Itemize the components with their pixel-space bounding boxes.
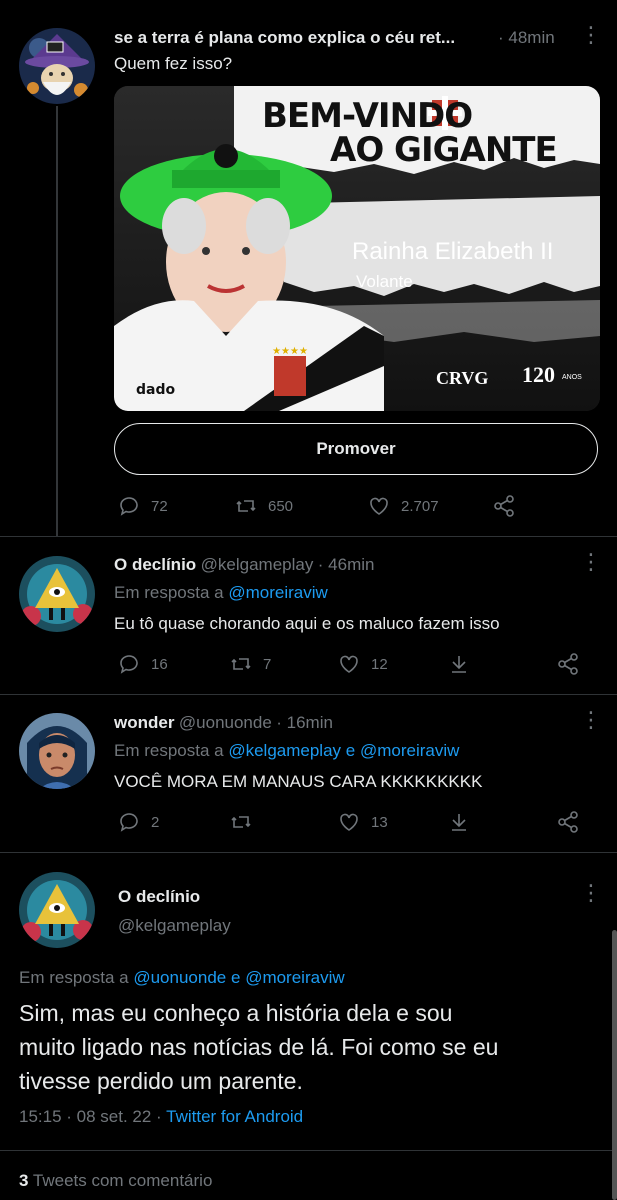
user-name[interactable]: se a terra é plana como explica o céu re… xyxy=(114,28,455,47)
tweet-time[interactable]: · 16min xyxy=(276,713,333,732)
svg-text:★★★★: ★★★★ xyxy=(272,346,308,357)
tweet-meta: 15:15 · 08 set. 22 · Twitter for Android xyxy=(19,1107,303,1127)
tweet-header: se a terra é plana como explica o céu re… xyxy=(114,28,554,48)
more-options-icon[interactable]: ⋮ xyxy=(580,709,602,731)
card-position: Volante xyxy=(356,272,413,291)
mention-link[interactable]: @moreiraviw xyxy=(360,741,459,760)
svg-text:dado: dado xyxy=(136,382,175,398)
promote-button[interactable]: Promover xyxy=(114,423,598,475)
heart-icon xyxy=(340,813,358,831)
share-button[interactable] xyxy=(556,810,590,834)
card-club: CRVG xyxy=(436,368,489,388)
reply-context: Em resposta a @moreiraviw xyxy=(114,583,328,602)
tweet-text: Quem fez isso? xyxy=(114,54,233,73)
user-name[interactable]: O declínio xyxy=(114,555,196,574)
share-icon xyxy=(494,495,514,517)
like-button[interactable]: 12 xyxy=(337,652,388,676)
share-button[interactable] xyxy=(492,494,526,518)
retweet-button[interactable]: 650 xyxy=(234,494,293,518)
reply-icon xyxy=(120,497,138,516)
tweet-media-image[interactable]: ★★★★ dado BEM-VINDO AO GIGANTE Rainha El… xyxy=(114,86,600,411)
scrollbar[interactable] xyxy=(612,930,617,1200)
mention-link[interactable]: @moreiraviw xyxy=(245,968,344,987)
avatar[interactable] xyxy=(19,713,95,789)
retweet-icon xyxy=(231,658,251,670)
retweet-count: 7 xyxy=(263,655,272,673)
quote-count: 3 xyxy=(19,1171,29,1190)
download-arrow-icon xyxy=(452,814,466,831)
tweet-time[interactable]: · 46min xyxy=(318,555,375,574)
user-handle[interactable]: @uonuonde xyxy=(179,713,272,732)
user-name[interactable]: O declínio xyxy=(118,887,200,907)
divider xyxy=(0,1150,617,1151)
tweet-text: VOCÊ MORA EM MANAUS CARA KKKKKKKKK xyxy=(114,772,483,791)
tweet-header: wonder @uonuonde · 16min xyxy=(114,713,333,733)
divider xyxy=(0,694,617,695)
user-handle[interactable]: @kelgameplay xyxy=(201,555,314,574)
card-years: 120 xyxy=(522,362,555,387)
like-button[interactable]: 13 xyxy=(337,810,388,834)
avatar[interactable] xyxy=(19,556,95,632)
reply-button[interactable]: 2 xyxy=(117,810,159,834)
avatar[interactable] xyxy=(19,28,95,104)
tweet-time[interactable]: · 48min xyxy=(498,28,555,48)
mention-link[interactable]: @kelgameplay xyxy=(228,741,341,760)
share-button[interactable] xyxy=(556,652,590,676)
tip-button[interactable] xyxy=(447,652,481,676)
user-handle[interactable]: @kelgameplay xyxy=(118,916,231,936)
reply-context: Em resposta a @uonuonde e @moreiraviw xyxy=(19,968,345,987)
like-count: 12 xyxy=(371,655,388,673)
retweet-button[interactable]: 7 xyxy=(229,652,271,676)
avatar-pyramid-icon xyxy=(19,556,95,632)
reply-context: Em resposta a @kelgameplay e @moreiraviw xyxy=(114,741,460,760)
like-count: 2.707 xyxy=(401,497,439,515)
retweet-button[interactable] xyxy=(229,810,263,834)
download-arrow-icon xyxy=(452,656,466,673)
thread-line xyxy=(56,106,58,536)
reply-count: 2 xyxy=(151,813,160,831)
more-options-icon[interactable]: ⋮ xyxy=(580,882,602,904)
avatar[interactable] xyxy=(19,872,95,948)
quote-tweets-link[interactable]: 3 Tweets com comentário xyxy=(19,1171,212,1191)
card-years-suffix: ANOS xyxy=(562,374,582,381)
more-options-icon[interactable]: ⋮ xyxy=(580,24,602,46)
tweet-text: Sim, mas eu conheço a história dela e so… xyxy=(19,1000,499,1094)
avatar-pyramid-icon xyxy=(19,872,95,948)
retweet-icon xyxy=(231,816,251,828)
retweet-icon xyxy=(236,500,256,512)
reply-icon xyxy=(120,813,138,832)
avatar-wizard-icon xyxy=(19,28,95,104)
share-icon xyxy=(558,653,578,675)
heart-icon xyxy=(340,655,358,673)
more-options-icon[interactable]: ⋮ xyxy=(580,551,602,573)
tweet-text: Eu tô quase chorando aqui e os maluco fa… xyxy=(114,614,500,633)
reply-button[interactable]: 16 xyxy=(117,652,168,676)
divider xyxy=(0,852,617,853)
mention-link[interactable]: @moreiraviw xyxy=(228,583,327,602)
user-name[interactable]: wonder xyxy=(114,713,174,732)
reply-count: 72 xyxy=(151,497,168,515)
tip-button[interactable] xyxy=(447,810,481,834)
avatar-character-icon xyxy=(19,713,95,789)
tweet-timestamp: 15:15 · 08 set. 22 · xyxy=(19,1107,162,1126)
divider xyxy=(0,536,617,537)
quote-label: Tweets com comentário xyxy=(32,1171,213,1190)
tweet-source[interactable]: Twitter for Android xyxy=(166,1107,303,1126)
card-player-name: Rainha Elizabeth II xyxy=(352,238,554,265)
reply-button[interactable]: 72 xyxy=(117,494,168,518)
share-icon xyxy=(558,811,578,833)
heart-icon xyxy=(370,497,388,515)
reply-count: 16 xyxy=(151,655,168,673)
tweet-header: O declínio @kelgameplay · 46min xyxy=(114,555,374,575)
like-button[interactable]: 2.707 xyxy=(367,494,439,518)
card-headline-2: AO GIGANTE xyxy=(330,130,558,170)
reply-icon xyxy=(120,655,138,674)
mention-link[interactable]: @uonuonde xyxy=(133,968,226,987)
like-count: 13 xyxy=(371,813,388,831)
retweet-count: 650 xyxy=(268,497,294,515)
